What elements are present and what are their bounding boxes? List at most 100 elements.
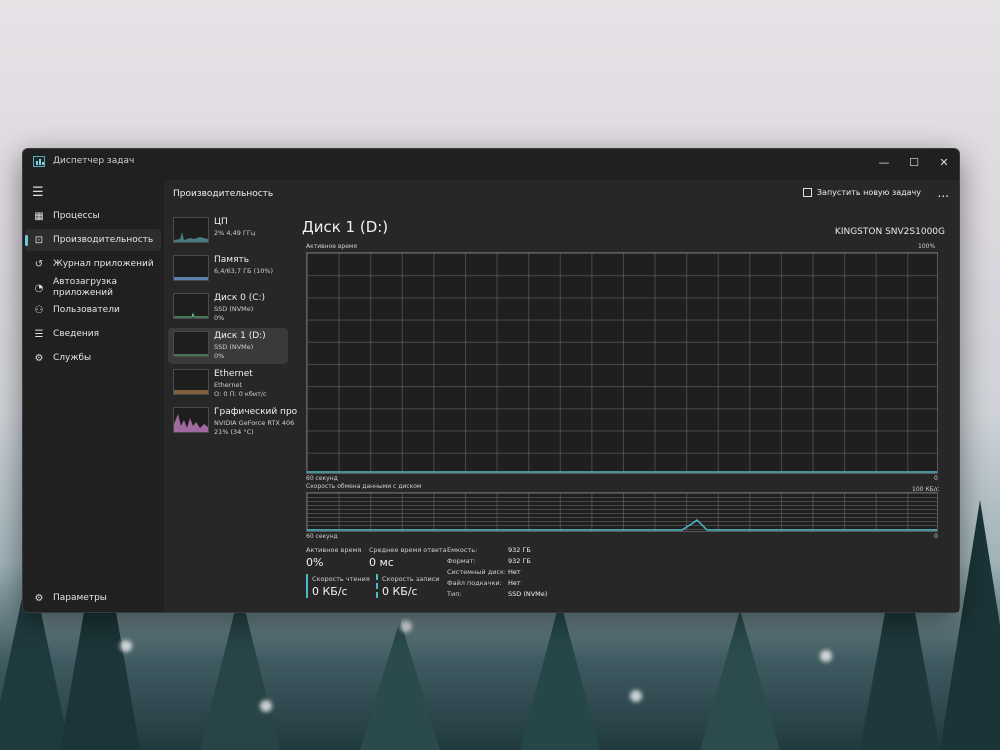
write-speed-value: 0 КБ/с [382, 585, 418, 598]
gpu-thumbnail-graph [173, 407, 209, 433]
details-icon: ☰ [34, 328, 44, 340]
graph2-time: 60 секунд [306, 533, 338, 540]
device-sub: NVIDIA GeForce RTX 406 [214, 419, 295, 427]
run-new-task-button[interactable]: Запустить новую задачу [802, 188, 921, 197]
sidebar-nav: ☰ ▦ Процессы ⊡ Производительность ↺ Журн… [23, 175, 163, 612]
minimize-icon: — [878, 155, 890, 169]
minimize-button[interactable]: — [869, 149, 899, 175]
maximize-button[interactable]: ☐ [899, 149, 929, 175]
prop-key: Системный диск: [447, 568, 507, 576]
prop-value: 932 ГБ [508, 557, 531, 565]
sidebar-item-label: Пользователи [53, 305, 120, 315]
sidebar-item-performance[interactable]: ⊡ Производительность [25, 229, 161, 251]
sidebar-item-label: Производительность [53, 235, 154, 245]
prop-value: Нет [508, 568, 521, 576]
read-speed-label: Скорость чтения [312, 575, 370, 583]
sidebar-item-label: Процессы [53, 211, 100, 221]
graph1-max: 100% [918, 243, 936, 250]
device-item-gpu[interactable]: Графический про NVIDIA GeForce RTX 406 2… [168, 404, 297, 440]
prop-key: Файл подкачки: [447, 579, 502, 587]
detail-title: Диск 1 (D:) [302, 218, 389, 236]
device-sub: 0% [214, 314, 225, 322]
device-sub: SSD (NVMe) [214, 305, 254, 313]
write-speed-label: Скорость записи [382, 575, 440, 583]
sidebar-item-services[interactable]: ⚙ Службы [25, 347, 161, 369]
sidebar-item-settings[interactable]: ⚙ Параметры [25, 587, 161, 609]
device-item-disk-1[interactable]: Диск 1 (D:) SSD (NVMe) 0% [168, 328, 288, 364]
write-speed-bar [376, 574, 378, 598]
graph1-time: 60 секунд [306, 475, 338, 482]
sidebar-item-label: Параметры [53, 593, 107, 603]
more-options-button[interactable]: ... [938, 186, 949, 200]
read-speed-value: 0 КБ/с [312, 585, 348, 598]
prop-value: Нет [508, 579, 521, 587]
hamburger-menu-icon[interactable]: ☰ [32, 185, 44, 200]
maximize-icon: ☐ [909, 155, 919, 169]
device-item-disk-0[interactable]: Диск 0 (C:) SSD (NVMe) 0% [168, 290, 288, 326]
avg-response-value: 0 мс [369, 556, 394, 569]
sidebar-item-label: Автозагрузка приложений [53, 277, 118, 298]
device-name: ЦП [214, 217, 228, 227]
device-name: Диск 1 (D:) [214, 331, 266, 341]
device-name: Ethernet [214, 369, 253, 379]
title-bar[interactable]: Диспетчер задач — ☐ ✕ [23, 149, 959, 175]
prop-key: Емкость: [447, 546, 478, 554]
sidebar-item-users[interactable]: ⚇ Пользователи [25, 299, 161, 321]
graph1-min: 0 [934, 475, 938, 482]
device-sub: 2% 4,49 ГГц [214, 229, 256, 237]
transfer-rate-graph [306, 492, 938, 532]
close-button[interactable]: ✕ [929, 149, 959, 175]
prop-key: Формат: [447, 557, 476, 565]
disk-model: KINGSTON SNV2S1000G [834, 227, 945, 237]
task-manager-app-icon [33, 156, 45, 167]
ethernet-thumbnail-graph [173, 369, 209, 395]
services-icon: ⚙ [34, 352, 44, 364]
device-name: Диск 0 (C:) [214, 293, 266, 303]
page-title: Производительность [173, 189, 274, 199]
prop-value: 932 ГБ [508, 546, 531, 554]
device-name: Графический про [214, 407, 298, 417]
device-sub: О: 0 П: 0 кбит/с [214, 390, 267, 398]
graph2-min: 0 [934, 533, 938, 540]
memory-thumbnail-graph [173, 255, 209, 281]
device-list: ЦП 2% 4,49 ГГц Память 6,4/63,7 ГБ (10%) … [168, 214, 297, 442]
device-item-ethernet[interactable]: Ethernet Ethernet О: 0 П: 0 кбит/с [168, 366, 288, 402]
sidebar-item-app-history[interactable]: ↺ Журнал приложений [25, 253, 161, 275]
graph1-label: Активное время [306, 243, 358, 250]
run-task-label: Запустить новую задачу [816, 188, 921, 197]
read-speed-bar [306, 574, 308, 598]
run-task-icon [802, 188, 812, 197]
cpu-thumbnail-graph [173, 217, 209, 243]
active-time-value: 0% [306, 556, 324, 569]
device-sub: 6,4/63,7 ГБ (10%) [214, 267, 274, 275]
graph2-label: Скорость обмена данными с диском [306, 483, 422, 490]
sidebar-item-details[interactable]: ☰ Сведения [25, 323, 161, 345]
device-sub: SSD (NVMe) [214, 343, 254, 351]
active-time-graph [306, 252, 938, 474]
device-sub: 21% (34 °C) [214, 428, 254, 436]
close-icon: ✕ [939, 155, 949, 169]
sidebar-item-label: Сведения [53, 329, 100, 339]
sidebar-item-startup[interactable]: ◔ Автозагрузка приложений [25, 275, 161, 301]
disk-1-thumbnail-graph [173, 331, 209, 357]
history-icon: ↺ [34, 258, 44, 270]
users-icon: ⚇ [34, 304, 44, 316]
startup-icon: ◔ [34, 282, 44, 294]
device-name: Память [214, 255, 250, 265]
panel-header: Производительность Запустить новую задач… [164, 180, 959, 208]
prop-key: Тип: [447, 590, 462, 598]
performance-panel: Производительность Запустить новую задач… [164, 180, 959, 612]
task-manager-window: Диспетчер задач — ☐ ✕ ☰ ▦ Процессы ⊡ Про… [22, 148, 960, 613]
sidebar-item-label: Журнал приложений [53, 259, 154, 269]
device-item-memory[interactable]: Память 6,4/63,7 ГБ (10%) [168, 252, 288, 288]
prop-value: SSD (NVMe) [508, 590, 548, 598]
settings-gear-icon: ⚙ [34, 592, 44, 604]
performance-icon: ⊡ [34, 234, 44, 246]
processes-icon: ▦ [34, 210, 44, 222]
disk-0-thumbnail-graph [173, 293, 209, 319]
sidebar-item-processes[interactable]: ▦ Процессы [25, 205, 161, 227]
sidebar-item-label: Службы [53, 353, 92, 363]
device-sub: 0% [214, 352, 225, 360]
device-item-cpu[interactable]: ЦП 2% 4,49 ГГц [168, 214, 288, 250]
window-title: Диспетчер задач [53, 156, 135, 166]
